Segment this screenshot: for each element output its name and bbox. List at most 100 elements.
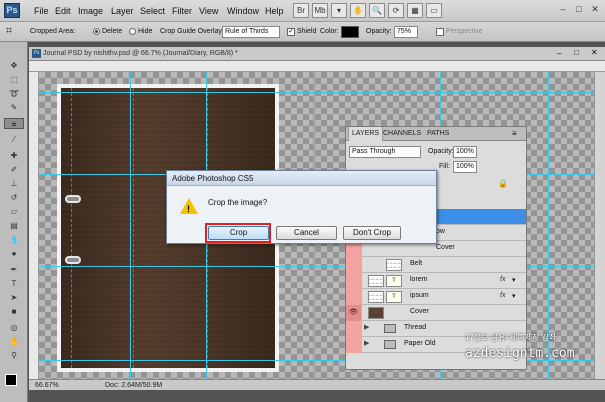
menu-layer[interactable]: Layer [111,6,134,16]
zoom-view-icon[interactable]: 🔍 [369,3,385,18]
crop-tool-icon[interactable]: ⌗ [4,118,24,129]
zoom-readout[interactable]: 66.67% [35,382,59,389]
status-bar: 66.67% Doc: 2.64M/50.9M [29,379,605,390]
visibility-eye-icon[interactable] [346,257,362,273]
menu-edit[interactable]: Edit [55,6,71,16]
expand-group-icon[interactable]: ▶ [364,339,369,347]
3d-rotate-tool-icon[interactable]: ◎ [4,322,24,333]
perspective-checkbox[interactable] [436,28,444,36]
crop-guide-overlay-value: Rule of Thirds [225,28,269,35]
blend-mode-select[interactable]: Pass Through [349,146,421,158]
layer-name: Cover [410,308,429,315]
foreground-color-swatch[interactable] [5,374,17,386]
close-button[interactable]: ✕ [588,3,602,16]
bridge-icon[interactable]: Br [293,3,309,18]
zoom-level-icon[interactable]: ▾ [331,3,347,18]
restore-button[interactable]: □ [572,3,586,16]
guide-vertical[interactable] [130,72,131,379]
hand-tool-icon[interactable]: ✋ [4,336,24,347]
document-tab[interactable]: Ps Journal PSD by nishithv.psd @ 66.7% (… [29,47,605,61]
visibility-eye-icon[interactable]: 👁 [346,305,362,321]
arrange-documents-icon[interactable]: ▦ [407,3,423,18]
tab-channels[interactable]: CHANNELS [380,127,424,141]
crop-guide-overlay-select[interactable]: Rule of Thirds [222,26,280,38]
path-select-tool-icon[interactable]: ➤ [4,292,24,303]
brush-tool-icon[interactable]: ✐ [4,164,24,175]
hand-view-icon[interactable]: ✋ [350,3,366,18]
menu-window[interactable]: Window [227,6,259,16]
move-tool-icon[interactable]: ✥ [4,60,24,71]
quick-select-tool-icon[interactable]: ✎ [4,102,24,113]
visibility-eye-icon[interactable] [346,337,362,353]
visibility-eye-icon[interactable] [346,289,362,305]
dialog-message: Crop the image? [208,198,268,207]
crop-tool-preset-icon[interactable]: ⌗ [6,25,12,38]
visibility-eye-icon[interactable] [346,321,362,337]
watermark-site: azdesigntm.com [465,346,575,361]
menu-image[interactable]: Image [78,6,103,16]
expand-effects-icon[interactable]: ▾ [512,292,516,300]
shape-tool-icon[interactable]: ■ [4,306,24,317]
minibridge-icon[interactable]: Mb [312,3,328,18]
rotate-view-icon[interactable]: ⟳ [388,3,404,18]
tab-paths[interactable]: PATHS [424,127,452,141]
layer-thumbnail [368,307,384,319]
menu-file[interactable]: File [34,6,49,16]
fill-input[interactable]: 100% [453,161,477,173]
history-brush-tool-icon[interactable]: ↺ [4,192,24,203]
warning-exclamation-icon: ! [187,204,190,214]
clone-stamp-tool-icon[interactable]: ⊥ [4,178,24,189]
dialog-titlebar[interactable]: Adobe Photoshop CS5 [167,171,436,186]
layer-opacity-input[interactable]: 100% [453,146,477,158]
layer-name: lorem [410,276,428,283]
pen-tool-icon[interactable]: ✒ [4,264,24,275]
layer-thumbnail [386,259,402,271]
layer-effects-icon[interactable]: fx [500,276,505,283]
zoom-tool-icon[interactable]: ⚲ [4,350,24,361]
layer-effects-icon[interactable]: fx [500,292,505,299]
delete-radio[interactable] [93,28,100,35]
tab-layers[interactable]: LAYERS [348,127,384,141]
vertical-scrollbar[interactable] [594,72,605,379]
marquee-tool-icon[interactable]: ⬚ [4,74,24,85]
layer-row[interactable]: 👁 Cover [346,305,526,321]
eyedropper-tool-icon[interactable]: ⁄ [4,134,24,145]
layer-row[interactable]: T lorem fx ▾ [346,273,526,289]
lasso-tool-icon[interactable]: ➰ [4,88,24,99]
expand-group-icon[interactable]: ▶ [364,323,369,331]
gradient-tool-icon[interactable]: ▤ [4,220,24,231]
panel-menu-icon[interactable]: ≡ [512,129,517,138]
hide-radio[interactable] [129,28,136,35]
text-layer-icon: T [386,275,402,287]
folder-icon [384,340,396,349]
shield-color-swatch[interactable] [341,26,359,38]
shield-checkbox[interactable]: ✓ [287,28,295,36]
cancel-button[interactable]: Cancel [276,226,337,240]
menu-select[interactable]: Select [140,6,165,16]
vertical-ruler[interactable] [29,72,39,379]
shield-opacity-input[interactable]: 75% [394,26,418,38]
minimize-button[interactable]: – [556,3,570,16]
visibility-eye-icon[interactable] [346,273,362,289]
blur-tool-icon[interactable]: 💧 [4,234,24,245]
screen-mode-icon[interactable]: ▭ [426,3,442,18]
doc-close-button[interactable]: ✕ [591,48,598,57]
horizontal-ruler[interactable] [29,61,605,72]
dodge-tool-icon[interactable]: ● [4,248,24,259]
type-tool-icon[interactable]: T [4,278,24,289]
doc-restore-button[interactable]: □ [574,48,579,57]
eraser-tool-icon[interactable]: ▱ [4,206,24,217]
doc-minimize-button[interactable]: – [557,49,561,58]
layer-row[interactable]: Belt [346,257,526,273]
layer-row[interactable]: T ipsum fx ▾ [346,289,526,305]
guide-horizontal[interactable] [39,92,594,93]
menu-help[interactable]: Help [265,6,284,16]
fill-value: 100% [456,163,474,170]
expand-effects-icon[interactable]: ▾ [512,276,516,284]
menu-filter[interactable]: Filter [172,6,192,16]
fill-label: Fill: [439,163,450,170]
dont-crop-button[interactable]: Don't Crop [343,226,401,240]
menu-view[interactable]: View [199,6,218,16]
layer-name: Cover [436,244,455,251]
healing-brush-tool-icon[interactable]: ✚ [4,150,24,161]
